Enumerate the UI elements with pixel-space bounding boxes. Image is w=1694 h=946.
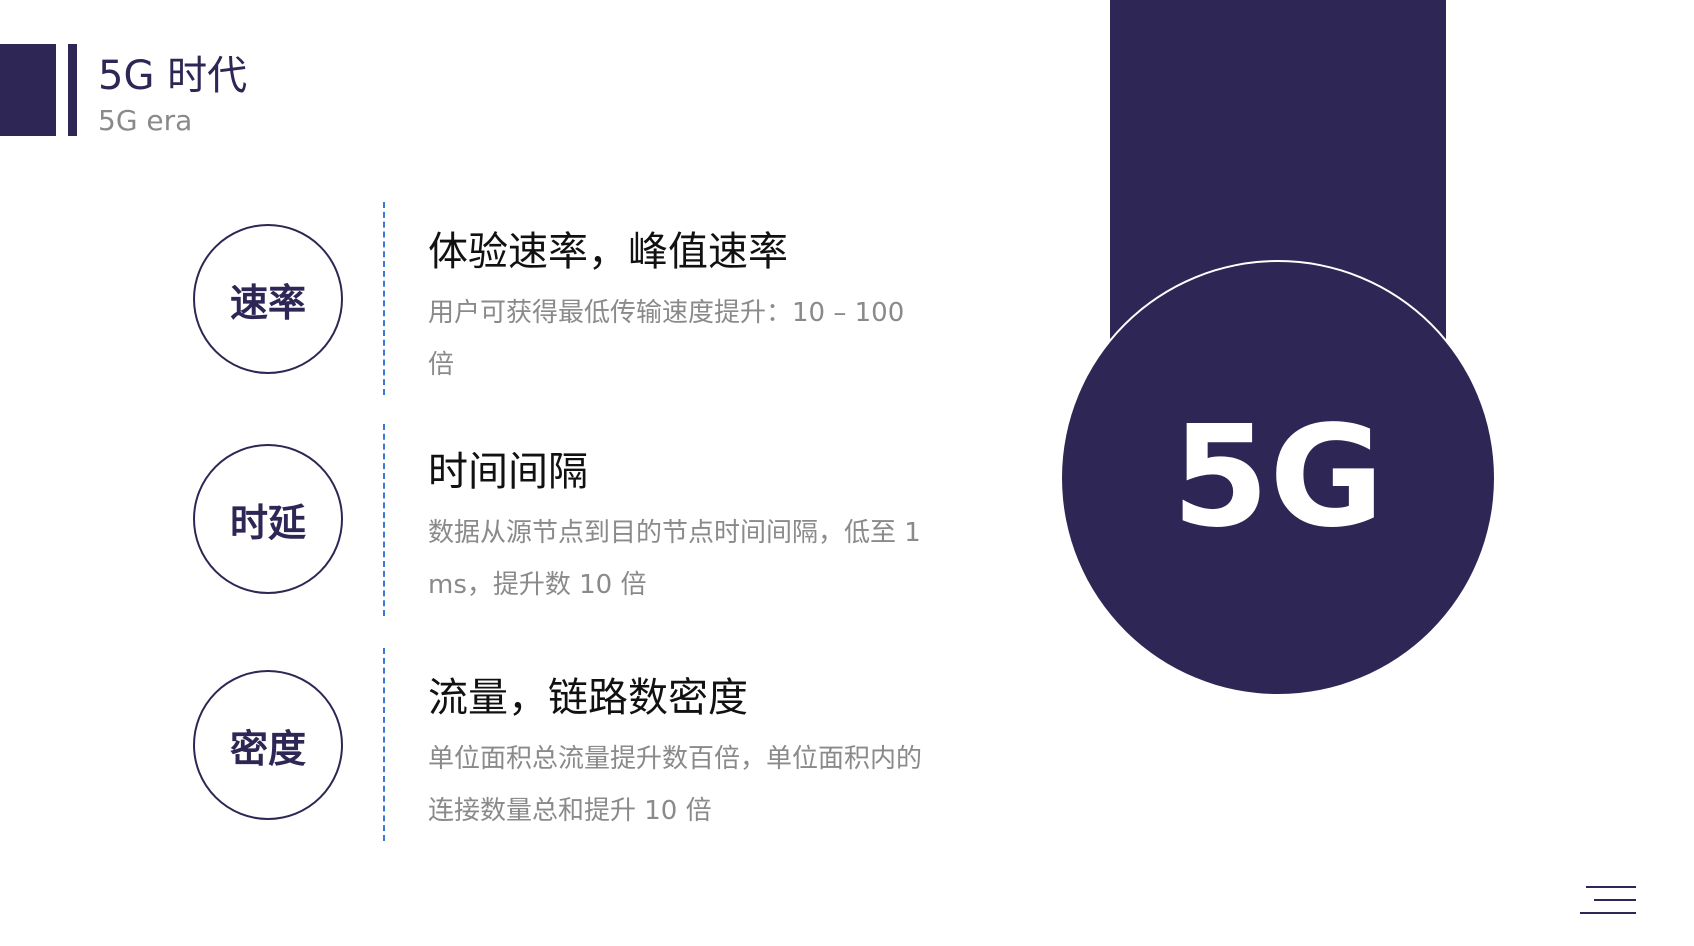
5g-label: 5G xyxy=(1171,396,1385,559)
badge-latency: 时延 xyxy=(193,444,343,594)
row-desc-latency: 数据从源节点到目的节点时间间隔，低至 1 ms，提升数 10 倍 xyxy=(428,518,921,600)
menu-icon[interactable] xyxy=(1580,880,1636,920)
page-subtitle: 5G era xyxy=(98,104,193,137)
menu-icon-line xyxy=(1580,912,1636,914)
row-desc-density: 单位面积总流量提升数百倍，单位面积内的连接数量总和提升 10 倍 xyxy=(428,744,923,826)
menu-icon-line xyxy=(1586,886,1636,888)
row-desc-rate: 用户可获得最低传输速度提升：10 – 100 倍 xyxy=(428,298,905,380)
badge-density: 密度 xyxy=(193,670,343,820)
5g-circle: 5G xyxy=(1062,262,1494,694)
row-title-latency: 时间间隔 xyxy=(428,449,588,495)
badge-rate: 速率 xyxy=(193,224,343,374)
dashed-divider xyxy=(383,648,385,841)
dashed-divider xyxy=(383,424,385,616)
header-bar xyxy=(68,44,77,136)
page-title: 5G 时代 xyxy=(98,53,248,99)
row-title-rate: 体验速率，峰值速率 xyxy=(428,229,788,275)
header-block xyxy=(0,44,56,136)
row-title-density: 流量，链路数密度 xyxy=(428,675,748,721)
menu-icon-line xyxy=(1594,899,1636,901)
dashed-divider xyxy=(383,202,385,395)
